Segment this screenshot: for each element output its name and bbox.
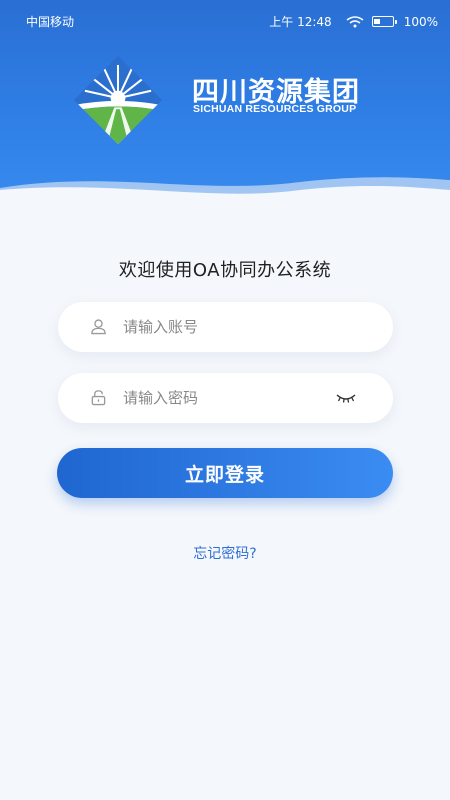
account-input[interactable] — [123, 302, 363, 352]
forgot-password-link[interactable]: 忘记密码? — [0, 543, 450, 563]
carrier-label: 中国移动 — [26, 15, 75, 29]
status-indicators: 上午 12:48 100% — [269, 13, 438, 30]
password-input[interactable] — [123, 373, 363, 423]
account-field[interactable] — [58, 302, 393, 352]
battery-icon — [371, 16, 397, 27]
status-bar: 中国移动 上午 12:48 100% — [0, 0, 450, 40]
wave-decoration — [0, 177, 450, 215]
user-icon — [91, 319, 106, 335]
wifi-icon — [346, 15, 364, 27]
header-banner: 中国移动 上午 12:48 100% 四川资源集团 SICHUAN RESOUR… — [0, 0, 450, 215]
welcome-title: 欢迎使用OA协同办公系统 — [118, 260, 332, 281]
password-field[interactable] — [58, 373, 393, 423]
lock-icon — [91, 390, 106, 406]
logo-emblem-icon — [73, 55, 163, 145]
login-button[interactable]: 立即登录 — [57, 448, 393, 498]
eye-closed-icon[interactable] — [335, 392, 357, 404]
battery-percent: 100% — [403, 14, 438, 29]
status-time: 上午 12:48 — [269, 15, 332, 29]
company-name-en: SICHUAN RESOURCES GROUP — [193, 103, 357, 115]
